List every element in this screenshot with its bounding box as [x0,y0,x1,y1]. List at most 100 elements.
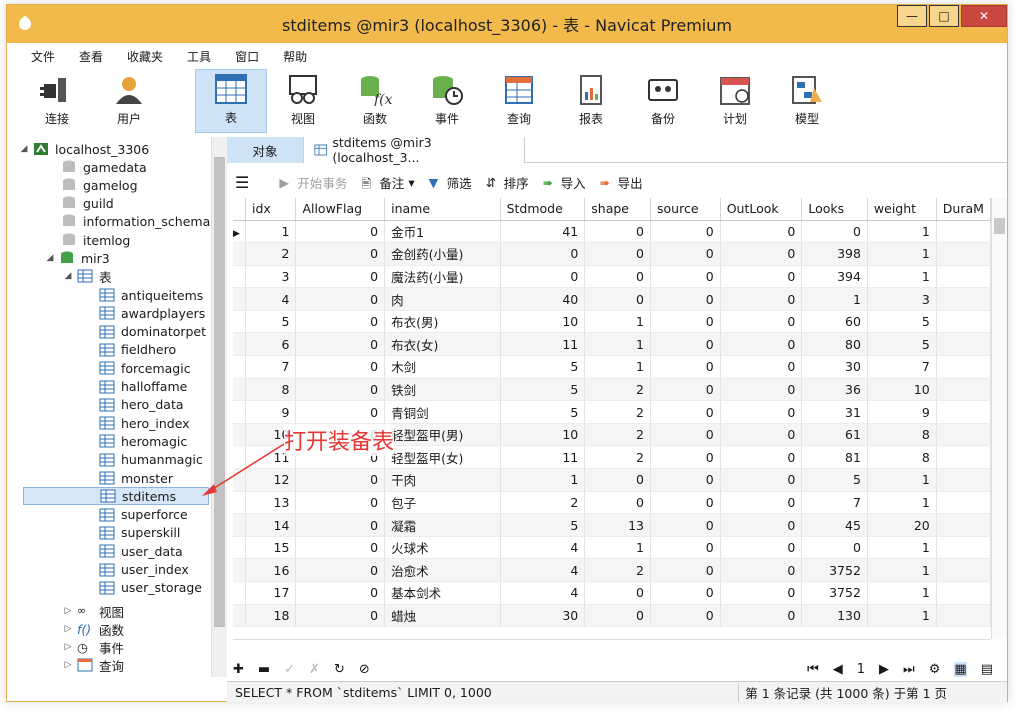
table-cell[interactable] [936,310,991,334]
column-header[interactable]: OutLook [720,198,803,221]
table-cell[interactable] [936,423,991,447]
import-button[interactable]: ➠ 导入 [543,173,586,192]
delete-record-icon[interactable]: ▬ [258,662,270,677]
table-cell[interactable]: 3752 [801,558,868,582]
table-cell[interactable]: 81 [801,445,868,470]
table-cell[interactable] [936,242,991,266]
table-cell[interactable]: 0 [650,355,721,379]
table-cell[interactable]: 5 [500,400,586,424]
table-row[interactable]: 12 0 干肉 1 0 0 0 5 1 [233,468,991,492]
table-cell[interactable]: 0 [295,491,386,515]
table-cell[interactable]: 4 [500,581,586,605]
tree-table-item[interactable]: forcemagic [99,359,191,377]
stop-icon[interactable]: ⊘ [359,662,370,677]
row-selector[interactable] [233,581,246,605]
table-cell[interactable]: 9 [245,400,297,424]
table-cell[interactable]: 1 [584,355,651,379]
table-cell[interactable]: 0 [650,513,721,537]
minimize-button[interactable]: — [897,5,927,27]
add-record-icon[interactable]: ✚ [233,662,244,677]
table-cell[interactable]: 0 [295,400,386,424]
tree-tables-folder[interactable]: ◢ 表 [63,267,112,285]
table-row[interactable]: 7 0 木剑 5 1 0 0 30 7 [233,355,991,379]
table-cell[interactable]: 0 [650,332,721,357]
table-cell[interactable]: 凝霜 [384,513,501,537]
table-cell[interactable]: 铁剑 [384,378,501,402]
column-header[interactable]: idx [245,198,297,221]
menu-tools[interactable]: 工具 [175,48,223,65]
table-row[interactable]: 8 0 铁剑 5 2 0 0 36 10 [233,378,991,402]
table-cell[interactable]: 0 [720,558,803,582]
table-cell[interactable] [936,332,991,357]
table-cell[interactable]: 0 [295,604,386,628]
table-row[interactable]: 4 0 肉 40 0 0 0 1 3 [233,287,991,311]
table-cell[interactable]: 0 [650,468,721,492]
table-row[interactable]: 16 0 治愈术 4 2 0 0 3752 1 [233,558,991,582]
table-cell[interactable]: 轻型盔甲(男) [384,423,501,447]
table-cell[interactable]: 0 [720,536,803,560]
table-cell[interactable]: 0 [650,378,721,402]
note-button[interactable]: 🖹 备注 ▾ [361,173,414,192]
column-header[interactable]: Stdmode [500,198,586,221]
table-cell[interactable]: 干肉 [384,468,501,492]
close-button[interactable]: ✕ [961,5,1007,27]
table-cell[interactable] [936,536,991,560]
tree-events-folder[interactable]: ▷ ◷ 事件 [63,638,124,656]
table-cell[interactable]: 8 [867,423,937,447]
table-cell[interactable]: 蜡烛 [384,604,501,628]
table-cell[interactable] [936,287,991,311]
tree-views-folder[interactable]: ▷ ∞ 视图 [63,602,124,620]
table-cell[interactable]: 0 [584,287,651,311]
row-selector[interactable] [233,332,246,357]
table-cell[interactable] [936,468,991,492]
table-cell[interactable]: 0 [584,581,651,605]
table-cell[interactable]: 0 [650,491,721,515]
row-selector[interactable] [233,513,246,537]
table-cell[interactable]: 0 [720,423,803,447]
table-cell[interactable] [936,558,991,582]
table-cell[interactable]: 1 [584,310,651,334]
table-cell[interactable]: 5 [500,513,586,537]
table-cell[interactable]: 5 [801,468,868,492]
tree-table-item[interactable]: monster [99,469,173,487]
table-cell[interactable]: 0 [584,491,651,515]
begin-transaction-button[interactable]: ▶ 开始事务 [279,173,347,192]
table-cell[interactable]: 火球术 [384,536,501,560]
column-header[interactable]: Looks [801,198,868,221]
table-cell[interactable]: 0 [720,468,803,492]
expand-icon[interactable]: ▷ [63,660,73,670]
table-cell[interactable]: 0 [295,355,386,379]
refresh-icon[interactable]: ↻ [334,662,345,677]
apply-icon[interactable]: ✓ [284,662,295,677]
settings-icon[interactable]: ⚙ [929,662,941,677]
table-cell[interactable]: 0 [295,581,386,605]
table-cell[interactable]: 1 [584,536,651,560]
tree-table-item[interactable]: user_data [99,542,183,560]
table-cell[interactable]: 10 [500,310,586,334]
table-row[interactable]: 5 0 布衣(男) 10 1 0 0 60 5 [233,310,991,334]
table-cell[interactable]: 7 [801,491,868,515]
table-cell[interactable]: 0 [295,378,386,402]
table-cell[interactable]: 4 [500,558,586,582]
expand-icon[interactable]: ▷ [63,624,73,634]
tree-table-item[interactable]: user_storage [99,579,202,597]
table-cell[interactable]: 5 [245,310,297,334]
table-cell[interactable]: 45 [801,513,868,537]
table-cell[interactable]: 16 [245,558,297,582]
page-number[interactable]: 1 [857,662,865,677]
table-cell[interactable]: 0 [801,536,868,560]
column-header[interactable]: AllowFlag [295,198,386,221]
column-header[interactable]: DuraM [936,198,991,221]
table-cell[interactable] [936,400,991,424]
table-row[interactable]: ▶ 1 0 金币1 41 0 0 0 0 1 [233,220,991,244]
tree-db-guild[interactable]: guild [61,194,114,212]
table-cell[interactable]: 2 [500,491,586,515]
table-cell[interactable]: 13 [584,513,651,537]
tree-db-gamelog[interactable]: gamelog [61,176,138,194]
tree-db-mir3[interactable]: ◢ mir3 [45,249,110,267]
table-cell[interactable] [936,491,991,515]
table-row[interactable]: 15 0 火球术 4 1 0 0 0 1 [233,536,991,560]
row-selector[interactable] [233,604,246,628]
table-cell[interactable]: 1 [867,265,937,289]
table-cell[interactable]: 80 [801,332,868,357]
